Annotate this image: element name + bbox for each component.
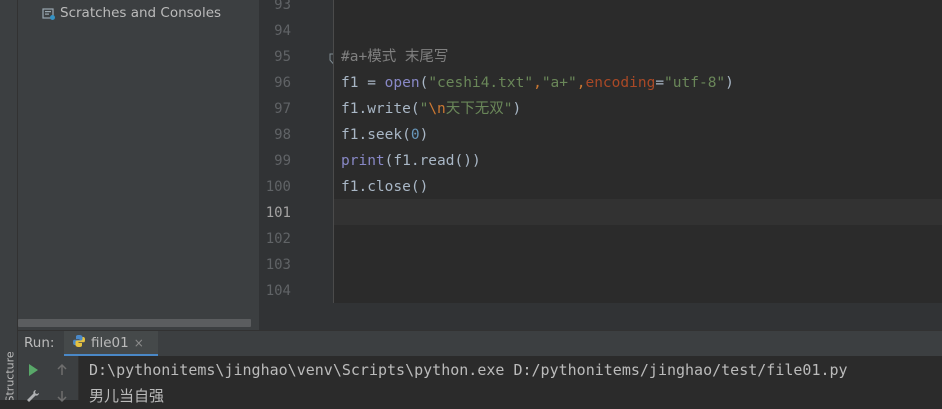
code-comment: #a+模式 末尾写 [341,49,449,65]
line-number: 99 [274,153,291,169]
line-number: 102 [265,231,291,247]
code-string: " [419,101,429,117]
code-keyword-arg: encoding [585,75,656,91]
code-token: f1 = [341,75,385,91]
code-line-100: f1.close() [341,174,428,200]
line-number: 95 [274,49,291,65]
code-token: ) [725,75,734,91]
code-string: "utf-8" [664,75,726,91]
line-number: 98 [274,127,291,143]
code-token: ( [419,75,429,91]
code-editor[interactable]: #a+模式 末尾写 f1 = open("ceshi4.txt","a+",en… [333,0,942,303]
left-tool-strip: Structure [0,0,18,400]
code-number: 0 [410,127,420,143]
run-toolbar [18,356,79,403]
line-number-current: 101 [265,205,291,221]
code-builtin: open [384,75,420,91]
scratches-icon [42,6,56,20]
line-number: 93 [274,0,291,13]
run-panel-header: Run: file01 × [18,330,942,357]
structure-tab-label: Structure [3,351,17,400]
project-pane: Scratches and Consoles [18,0,259,330]
current-line-highlight [334,199,942,225]
line-number: 104 [265,283,291,299]
code-line-95: #a+模式 末尾写 [341,44,448,70]
arrow-up-icon[interactable] [55,362,69,381]
code-line-96: f1 = open("ceshi4.txt","a+",encoding="ut… [341,70,734,96]
code-token: = [655,75,665,91]
code-token: f1.write( [341,101,420,117]
code-string: "a+" [541,75,577,91]
project-horizontal-scrollbar[interactable] [18,319,251,327]
code-token: ) [419,127,429,143]
code-token: ) [512,101,522,117]
wrench-icon[interactable] [26,388,40,407]
code-token: (f1.read()) [384,153,481,169]
code-token: , [533,75,542,91]
code-string: " [503,101,513,117]
run-tab-file01[interactable]: file01 × [64,331,158,357]
editor-bottom-area [259,303,942,330]
run-label: Run: [24,335,55,351]
code-line-99: print(f1.read()) [341,148,481,174]
structure-tool-tab[interactable]: Structure [0,340,17,400]
run-tab-label: file01 [91,334,129,351]
line-number: 103 [265,257,291,273]
project-item-scratches[interactable]: Scratches and Consoles [42,3,221,23]
arrow-down-icon[interactable] [55,388,69,407]
code-line-97: f1.write("\n天下无双") [341,96,521,122]
line-number: 94 [274,23,291,39]
rerun-icon[interactable] [26,362,40,381]
run-console-output[interactable]: D:\pythonitems\jinghao\venv\Scripts\pyth… [79,356,942,405]
project-item-label: Scratches and Consoles [60,5,222,21]
code-line-98: f1.seek(0) [341,122,428,148]
python-icon [72,333,86,352]
console-line: 男儿当自强 [89,387,165,405]
code-builtin: print [341,153,385,169]
editor-gutter: 93 94 95 96 97 98 99 100 101 102 103 104 [259,0,338,303]
line-number: 100 [265,179,291,195]
line-number: 96 [274,75,291,91]
code-escape: \n [428,101,446,117]
code-string: "ceshi4.txt" [428,75,534,91]
close-icon[interactable]: × [134,336,144,350]
code-string: 天下无双 [445,101,504,117]
code-token: f1.close() [341,179,429,195]
console-line: D:\pythonitems\jinghao\venv\Scripts\pyth… [89,361,848,379]
line-number: 97 [274,101,291,117]
code-token: f1.seek( [341,127,411,143]
